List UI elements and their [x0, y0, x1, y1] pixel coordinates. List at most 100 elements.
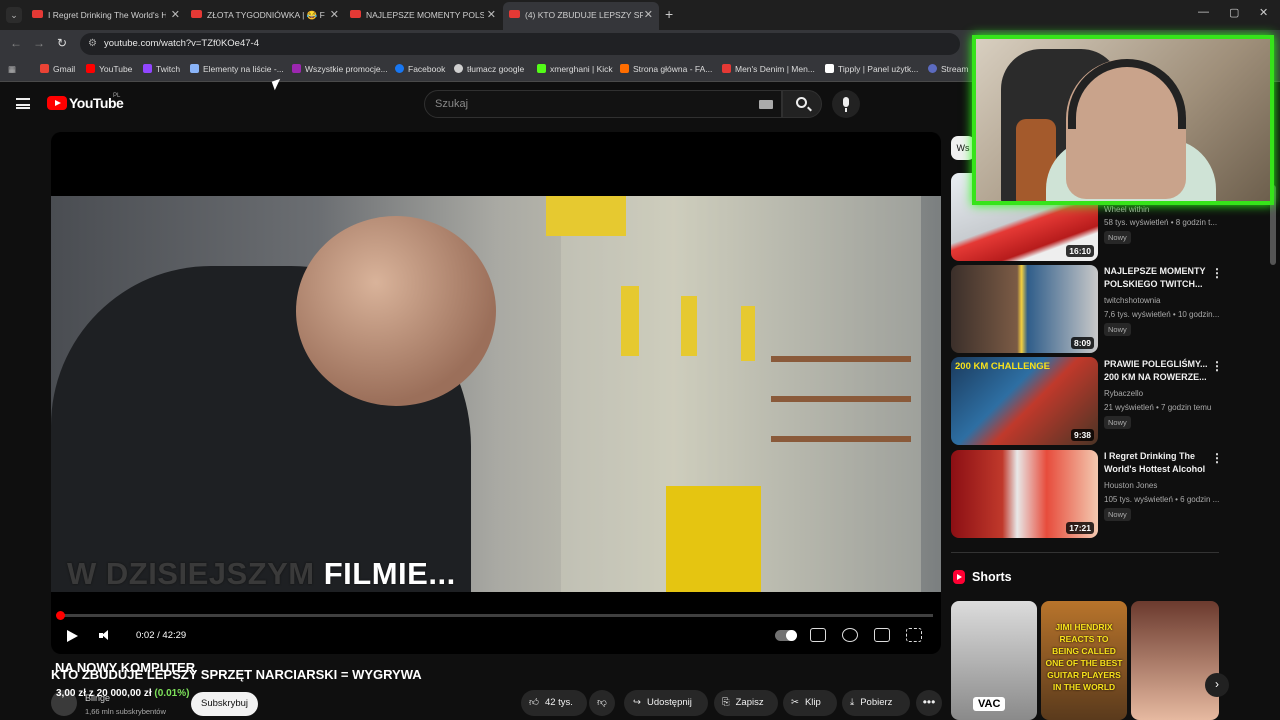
- new-badge: Nowy: [1104, 508, 1131, 521]
- video-player[interactable]: W DZISIEJSZYM FILMIE... 0:02 / 42:29: [51, 132, 941, 654]
- fullscreen-icon[interactable]: [906, 628, 922, 642]
- bookmark-label: Tipply | Panel użytk...: [838, 64, 919, 74]
- bookmark-item[interactable]: Strona główna - FA...: [620, 64, 712, 74]
- keyboard-icon[interactable]: [759, 100, 773, 109]
- tab-title: I Regret Drinking The World's H: [48, 10, 166, 20]
- tab-title: ZŁOTA TYGODNIÓWKA | 😂 FU: [207, 10, 325, 20]
- menu-icon[interactable]: [16, 98, 30, 109]
- youtube-favicon-icon: [191, 10, 202, 18]
- like-button[interactable]: 👍︎ 42 tys.: [521, 690, 587, 716]
- rec-meta: 58 tys. wyświetleń • 8 godzin t...: [1104, 218, 1218, 227]
- bookmark-item[interactable]: tłumacz google: [454, 64, 524, 74]
- rec-title[interactable]: PRAWIE POLEGLIŚMY... 200 KM NA ROWERZE..…: [1104, 358, 1209, 384]
- browser-tab-active[interactable]: (4) KTO ZBUDUJE LEPSZY SPRZ ✕: [503, 2, 659, 30]
- download-button[interactable]: ⤓ Pobierz: [842, 690, 910, 716]
- new-badge: Nowy: [1104, 231, 1131, 244]
- short-thumbnail[interactable]: JIMI HENDRIX REACTS TO BEING CALLED ONE …: [1041, 601, 1127, 720]
- rec-channel[interactable]: Rybaczello: [1104, 389, 1220, 398]
- more-options-icon[interactable]: ⋮: [1211, 451, 1223, 465]
- close-tab-icon[interactable]: ✕: [644, 8, 653, 21]
- bookmark-item[interactable]: Elementy na liście -...: [190, 64, 284, 74]
- short-thumbnail[interactable]: VAC: [951, 601, 1037, 720]
- more-options-icon[interactable]: ⋮: [1211, 266, 1223, 280]
- browser-tab[interactable]: I Regret Drinking The World's H ✕: [32, 4, 180, 26]
- more-actions-icon[interactable]: •••: [916, 690, 942, 716]
- close-window-icon[interactable]: ✕: [1259, 6, 1268, 19]
- close-tab-icon[interactable]: ✕: [330, 8, 339, 21]
- download-icon: ⤓: [850, 697, 855, 708]
- recommendation-thumbnail[interactable]: 17:21: [951, 450, 1098, 538]
- rec-title[interactable]: I Regret Drinking The World's Hottest Al…: [1104, 450, 1209, 476]
- rec-channel[interactable]: Houston Jones: [1104, 481, 1220, 490]
- browser-tab[interactable]: NAJLEPSZE MOMENTY POLSKI ✕: [350, 4, 496, 26]
- bookmark-item[interactable]: xmerghani | Kick: [537, 64, 613, 74]
- site-info-icon[interactable]: ⚙: [88, 38, 97, 49]
- volume-icon[interactable]: [99, 629, 111, 642]
- rec-channel[interactable]: Wheel within: [1104, 205, 1220, 214]
- save-button[interactable]: ⎘ Zapisz: [714, 690, 778, 716]
- bookmark-item[interactable]: YouTube: [86, 64, 132, 74]
- close-tab-icon[interactable]: ✕: [171, 8, 180, 21]
- tab-title: (4) KTO ZBUDUJE LEPSZY SPRZ: [525, 10, 643, 20]
- youtube-logo-icon[interactable]: [47, 96, 67, 110]
- bookmark-item[interactable]: Twitch: [143, 64, 180, 74]
- autoplay-toggle[interactable]: [775, 630, 797, 641]
- clip-button[interactable]: ✂ Klip: [783, 690, 837, 716]
- subscribe-button[interactable]: Subskrybuj: [191, 692, 258, 716]
- save-label: Zapisz: [735, 697, 764, 708]
- miniplayer-icon[interactable]: [874, 628, 890, 642]
- short-caption: VAC: [973, 697, 1006, 711]
- bookmark-item[interactable]: Facebook: [395, 64, 445, 74]
- download-label: Pobierz: [860, 697, 893, 708]
- more-options-icon[interactable]: ⋮: [1211, 359, 1223, 373]
- google-icon: [454, 64, 463, 73]
- tab-search-dropdown[interactable]: ⌄: [6, 7, 22, 23]
- url-field[interactable]: ⚙ youtube.com/watch?v=TZf0KOe47-4: [80, 33, 960, 55]
- reload-icon[interactable]: ↻: [57, 36, 67, 50]
- video-duration: 8:09: [1070, 337, 1094, 349]
- search-button[interactable]: [782, 90, 822, 118]
- back-icon[interactable]: ←: [10, 36, 22, 50]
- play-icon[interactable]: [67, 630, 78, 642]
- shorts-next-icon[interactable]: ›: [1205, 673, 1229, 697]
- bookmark-item[interactable]: Wszystkie promocje...: [292, 64, 388, 74]
- like-count: 42 tys.: [544, 697, 573, 708]
- donation-percent: (0.01%): [154, 688, 190, 699]
- share-button[interactable]: ↪ Udostępnij: [624, 690, 708, 716]
- settings-icon[interactable]: [842, 628, 858, 642]
- bookmark-item[interactable]: Gmail: [40, 64, 75, 74]
- new-tab-icon[interactable]: +: [665, 6, 673, 22]
- close-tab-icon[interactable]: ✕: [487, 8, 496, 21]
- shorts-heading: Shorts: [972, 570, 1012, 584]
- bookmark-label: xmerghani | Kick: [550, 64, 613, 74]
- clip-label: Klip: [804, 697, 821, 708]
- video-duration: 17:21: [1066, 522, 1094, 534]
- browser-tab[interactable]: ZŁOTA TYGODNIÓWKA | 😂 FU ✕: [191, 4, 339, 26]
- apps-grid-icon[interactable]: ▦: [8, 64, 16, 75]
- recommendation-thumbnail[interactable]: 8:09: [951, 265, 1098, 353]
- bookmark-item[interactable]: Men's Denim | Men...: [722, 64, 815, 74]
- bookmark-item[interactable]: Stream: [928, 64, 968, 74]
- subtitles-icon[interactable]: [810, 628, 826, 642]
- rec-channel[interactable]: twitchshotownia: [1104, 296, 1220, 305]
- short-thumbnail[interactable]: [1131, 601, 1219, 720]
- minimize-icon[interactable]: —: [1198, 6, 1209, 18]
- maximize-icon[interactable]: ▢: [1229, 6, 1239, 19]
- share-icon: ↪: [633, 697, 641, 708]
- time-display: 0:02 / 42:29: [136, 630, 187, 641]
- kick-icon: [537, 64, 546, 73]
- bookmark-item[interactable]: Tipply | Panel użytk...: [825, 64, 918, 74]
- scrubber-handle[interactable]: [56, 611, 65, 620]
- divider: [951, 552, 1219, 553]
- youtube-favicon-icon: [350, 10, 361, 18]
- recommendation-thumbnail[interactable]: 200 KM CHALLENGE 9:38: [951, 357, 1098, 445]
- dislike-button[interactable]: 👎︎: [589, 690, 615, 716]
- bookmark-label: Stream: [941, 64, 969, 74]
- donation-amount: 3,00 zł z 20 000,00 zł: [56, 688, 152, 699]
- search-input[interactable]: Szukaj: [424, 90, 782, 118]
- rec-title[interactable]: NAJLEPSZE MOMENTY POLSKIEGO TWITCH...: [1104, 265, 1209, 291]
- forward-icon[interactable]: →: [33, 36, 45, 50]
- voice-search-icon[interactable]: [832, 90, 860, 118]
- tipply-icon: [825, 64, 834, 73]
- progress-bar[interactable]: [56, 611, 933, 620]
